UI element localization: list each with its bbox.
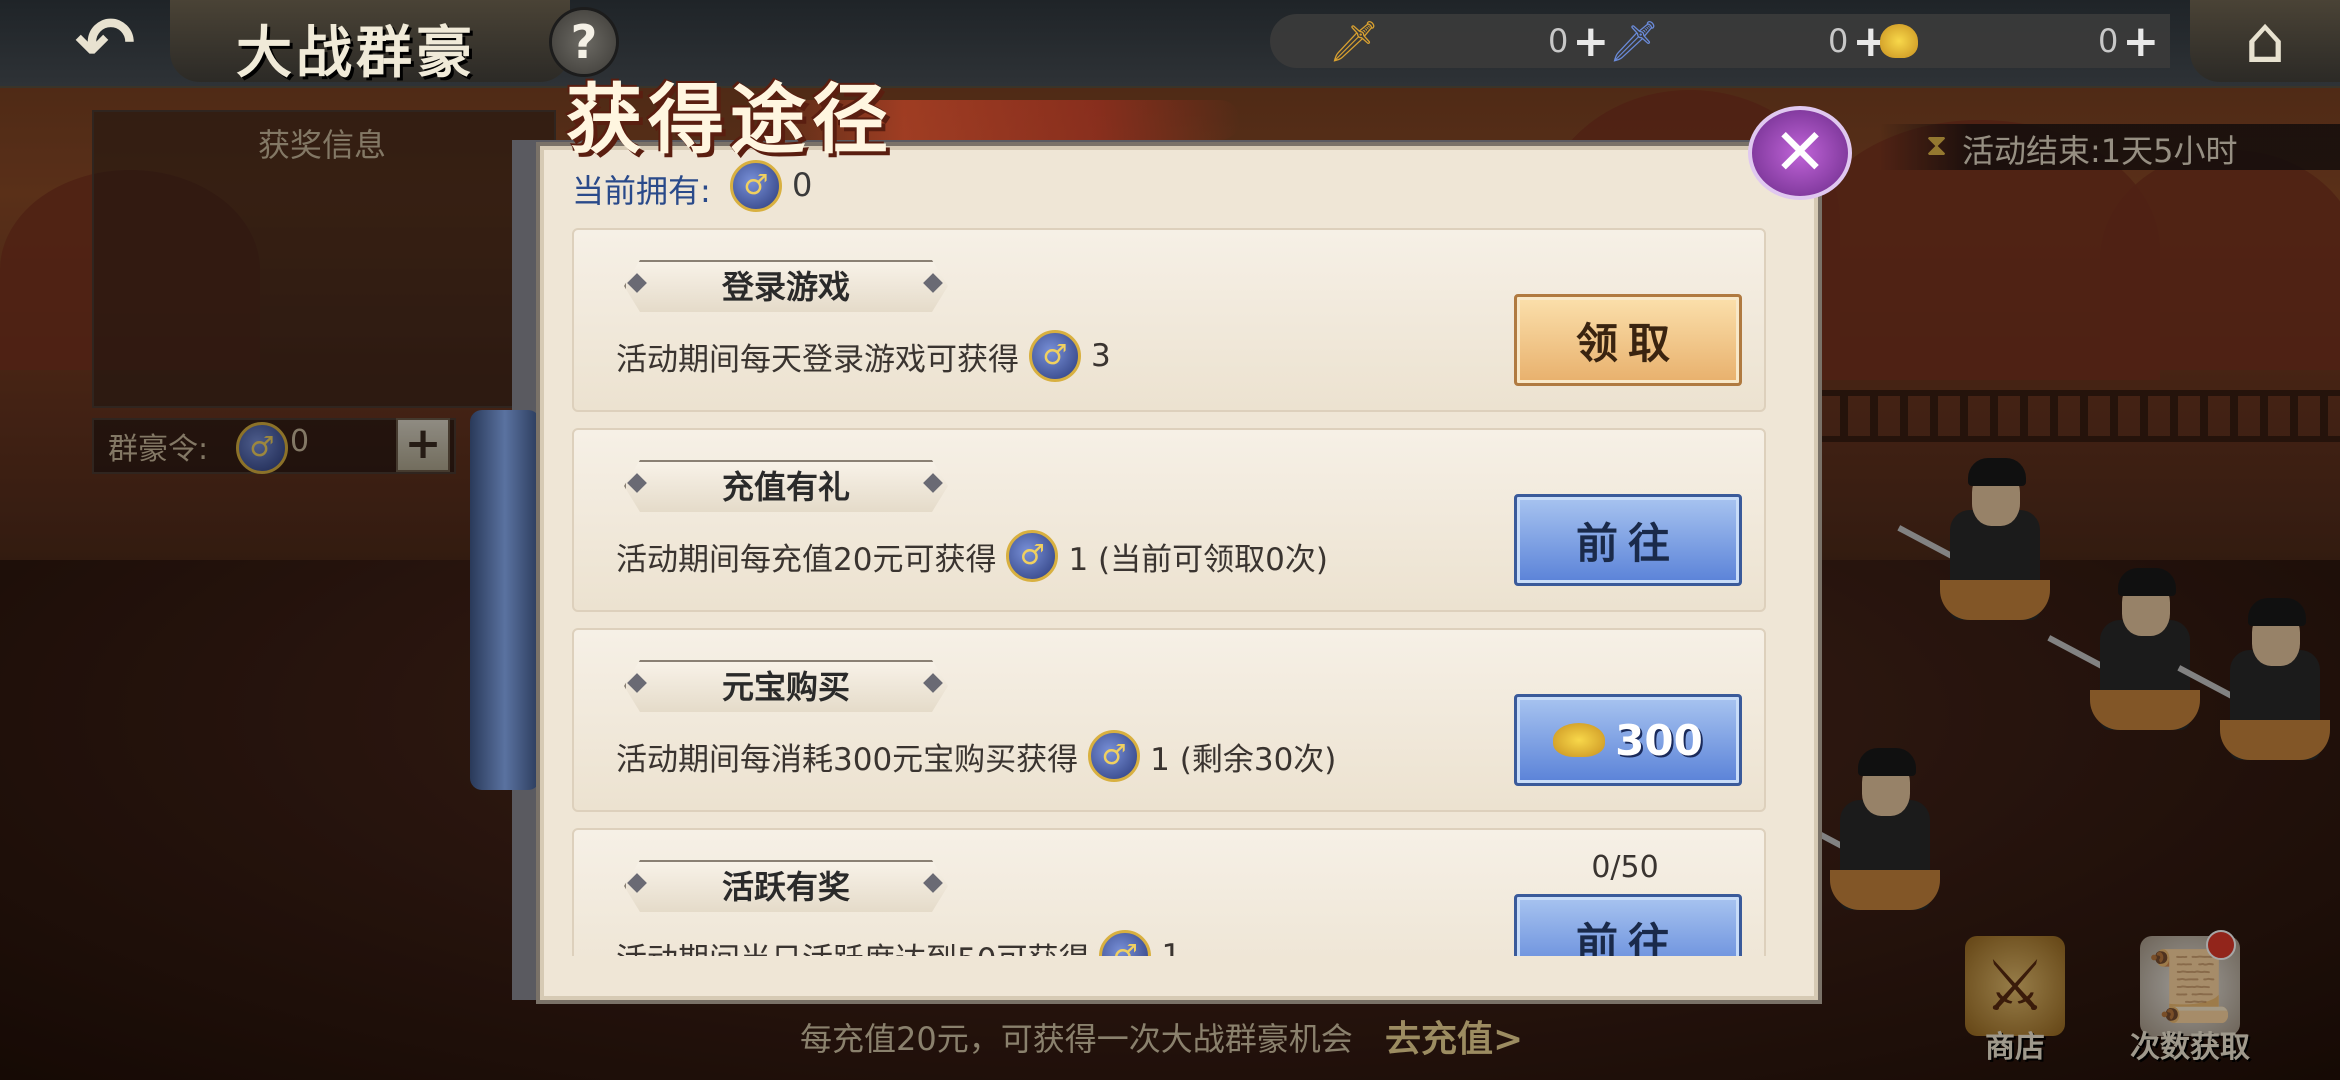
claim-button[interactable]: 领取 <box>1514 294 1742 386</box>
token-icon: ♂ <box>730 160 782 212</box>
page-title: 大战群豪 <box>236 20 476 86</box>
task-reward-text: 1 (当前可领取0次) <box>1068 541 1328 578</box>
task-desc-text: 活动期间每消耗300元宝购买获得 <box>616 741 1079 778</box>
task-desc-text: 活动期间当日活跃度达到50可获得 <box>616 934 1089 957</box>
sword-icon: 🗡 <box>1328 18 1380 65</box>
resource-value: 0 <box>1548 22 1569 60</box>
task-progress: 0/50 <box>1591 850 1659 885</box>
task-description: 活动期间每天登录游戏可获得 ♂ 3 <box>616 330 1111 382</box>
task-description: 活动期间每充值20元可获得 ♂ 1 (当前可领取0次) <box>616 530 1328 582</box>
token-icon: ♂ <box>1088 730 1141 782</box>
scroll-roll-decoration <box>470 410 540 790</box>
resource-gold: 0 + <box>1880 14 2159 68</box>
token-icon: ♂ <box>1006 530 1059 582</box>
task-name: 登录游戏 <box>721 268 850 306</box>
token-icon: ♂ <box>1029 330 1081 382</box>
resource-value: 0 <box>1828 22 1849 60</box>
task-name: 充值有礼 <box>721 468 850 506</box>
go-button[interactable]: 前往 <box>1514 494 1742 586</box>
buy-with-ingot-button[interactable]: 300 <box>1514 694 1742 786</box>
task-name: 活跃有奖 <box>721 868 850 906</box>
task-reward-text: 1 (剩余30次) <box>1150 741 1337 778</box>
task-desc-text: 活动期间每充值20元可获得 <box>616 541 997 578</box>
gold-ingot-icon <box>1880 17 1928 65</box>
token-icon: ♂ <box>1099 930 1152 956</box>
task-description: 活动期间当日活跃度达到50可获得 ♂ 1 <box>616 930 1181 956</box>
add-resource-button[interactable]: + <box>2122 16 2159 67</box>
owned-value: 0 <box>792 166 813 204</box>
modal-title: 获得途径 <box>566 75 894 164</box>
blue-sword-icon: 🗡 <box>1608 18 1660 65</box>
owned-label: 当前拥有: <box>572 172 711 210</box>
back-button[interactable]: ↶ <box>50 1 160 85</box>
task-card-activity: 活跃有奖 活动期间当日活跃度达到50可获得 ♂ 1 0/50 前往 <box>572 828 1766 956</box>
resource-sword: 🗡 0 + <box>1328 14 1610 68</box>
price-value: 300 <box>1615 715 1703 765</box>
task-reward-text: 1 <box>1161 938 1182 956</box>
task-name: 元宝购买 <box>721 668 850 706</box>
add-resource-button[interactable]: + <box>1572 16 1609 67</box>
go-button[interactable]: 前往 <box>1514 894 1742 956</box>
home-button[interactable]: ⌂ <box>2190 0 2340 82</box>
close-x-icon: ✕ <box>1773 116 1827 190</box>
task-card-recharge: 充值有礼 活动期间每充值20元可获得 ♂ 1 (当前可领取0次) 前往 <box>572 428 1766 612</box>
task-card-login: 登录游戏 活动期间每天登录游戏可获得 ♂ 3 领取 <box>572 228 1766 412</box>
task-description: 活动期间每消耗300元宝购买获得 ♂ 1 (剩余30次) <box>616 730 1336 782</box>
task-reward-text: 3 <box>1091 338 1111 374</box>
resource-value: 0 <box>2098 22 2119 60</box>
gold-ingot-icon <box>1553 723 1606 757</box>
task-list[interactable]: 登录游戏 活动期间每天登录游戏可获得 ♂ 3 领取 充值有礼 活动期间每充值20… <box>572 228 1766 956</box>
task-card-ingot-purchase: 元宝购买 活动期间每消耗300元宝购买获得 ♂ 1 (剩余30次) 300 <box>572 628 1766 812</box>
home-icon: ⌂ <box>2244 4 2286 78</box>
close-button[interactable]: ✕ <box>1748 106 1852 200</box>
back-arrow-icon: ↶ <box>74 1 136 85</box>
task-desc-text: 活动期间每天登录游戏可获得 <box>616 341 1019 378</box>
resource-blue-sword: 🗡 0 + <box>1608 14 1890 68</box>
